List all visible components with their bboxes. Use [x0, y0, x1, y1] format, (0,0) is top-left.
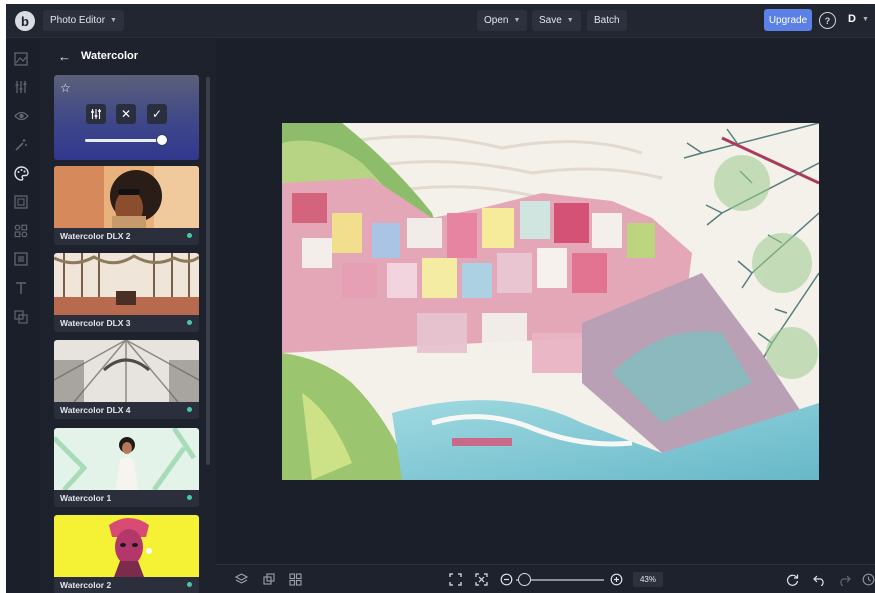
chevron-down-icon: ▼: [566, 17, 574, 24]
grid-icon[interactable]: [288, 572, 302, 586]
app-menu-button[interactable]: Photo Editor ▼: [43, 10, 124, 31]
user-initial: D: [848, 13, 856, 25]
sliders-icon[interactable]: [86, 104, 106, 124]
status-dot: [187, 495, 192, 500]
text-icon[interactable]: [13, 280, 29, 296]
graphics-icon[interactable]: [13, 223, 29, 239]
palette-icon[interactable]: [13, 165, 29, 181]
fit-screen-icon[interactable]: [448, 572, 462, 586]
save-label: Save: [539, 15, 562, 26]
panel-header: ← Watercolor: [40, 39, 216, 73]
edited-photo[interactable]: [282, 123, 819, 480]
effect-thumbnail: [54, 340, 199, 402]
texture-icon[interactable]: [13, 251, 29, 267]
history-icon[interactable]: [861, 572, 875, 586]
effect-card[interactable]: Watercolor DLX 4: [54, 340, 199, 419]
top-bar: b Photo Editor ▼ Open ▼ Save ▼ Batch Upg…: [6, 4, 875, 38]
zoom-slider-handle[interactable]: [518, 573, 531, 586]
batch-button[interactable]: Batch: [587, 10, 627, 31]
status-dot: [187, 407, 192, 412]
intensity-slider-handle[interactable]: [156, 134, 168, 146]
effect-thumbnail: [54, 253, 199, 315]
layers-icon[interactable]: [13, 309, 29, 325]
effect-thumbnail: [54, 515, 199, 577]
zoom-out-icon[interactable]: [499, 572, 513, 586]
open-button[interactable]: Open ▼: [477, 10, 528, 31]
app-logo[interactable]: b: [15, 11, 35, 31]
actual-size-icon[interactable]: [474, 572, 488, 586]
effect-label: Watercolor 1: [60, 493, 112, 503]
chevron-down-icon: ▼: [110, 17, 117, 24]
reset-icon[interactable]: [785, 572, 799, 586]
effect-card[interactable]: Watercolor 2: [54, 515, 199, 593]
effect-label: Watercolor DLX 2: [60, 231, 131, 241]
effect-label: Watercolor 2: [60, 580, 112, 590]
effects-panel: ← Watercolor ☆ ✕ ✓ Watercolor DLX 2 Wate…: [40, 39, 216, 593]
user-menu[interactable]: D ▼: [848, 13, 869, 25]
effect-settings-card: ☆ ✕ ✓: [54, 75, 199, 160]
close-icon[interactable]: ✕: [116, 104, 136, 124]
redo-icon[interactable]: [837, 572, 851, 586]
check-icon[interactable]: ✓: [147, 104, 167, 124]
effect-card[interactable]: Watercolor DLX 3: [54, 253, 199, 332]
effect-card[interactable]: Watercolor DLX 2: [54, 166, 199, 245]
open-label: Open: [484, 15, 509, 26]
intensity-slider[interactable]: [85, 139, 163, 142]
status-dot: [187, 320, 192, 325]
effect-label: Watercolor DLX 3: [60, 318, 131, 328]
canvas-workspace: [216, 39, 875, 564]
frame-icon[interactable]: [13, 194, 29, 210]
layers-icon[interactable]: [234, 572, 248, 586]
tool-rail: [6, 39, 37, 593]
adjust-icon[interactable]: [13, 79, 29, 95]
upgrade-button[interactable]: Upgrade: [764, 9, 812, 31]
eye-icon[interactable]: [13, 108, 29, 124]
zoom-in-icon[interactable]: [609, 572, 623, 586]
help-icon[interactable]: ?: [819, 12, 836, 29]
app-menu-label: Photo Editor: [50, 15, 106, 26]
undo-icon[interactable]: [812, 572, 826, 586]
magic-wand-icon[interactable]: [13, 137, 29, 153]
effect-thumbnail: [54, 428, 199, 490]
bottom-toolbar: 43%: [216, 564, 875, 593]
panel-title: Watercolor: [81, 50, 139, 62]
chevron-down-icon: ▼: [861, 15, 869, 23]
photo-editor-app: b Photo Editor ▼ Open ▼ Save ▼ Batch Upg…: [6, 4, 875, 593]
logo-letter: b: [21, 13, 29, 29]
batch-label: Batch: [594, 15, 620, 26]
status-dot: [187, 582, 192, 587]
image-icon[interactable]: [13, 51, 29, 67]
chevron-down-icon: ▼: [513, 17, 521, 24]
effect-card[interactable]: Watercolor 1: [54, 428, 199, 507]
back-arrow-icon[interactable]: ←: [58, 49, 71, 64]
save-button[interactable]: Save ▼: [532, 10, 581, 31]
panel-scrollbar[interactable]: [206, 77, 210, 465]
status-dot: [187, 233, 192, 238]
effect-thumbnail: [54, 166, 199, 228]
star-icon[interactable]: ☆: [60, 81, 71, 95]
zoom-level[interactable]: 43%: [633, 572, 663, 587]
effect-label: Watercolor DLX 4: [60, 405, 131, 415]
crop-icon[interactable]: [262, 572, 276, 586]
